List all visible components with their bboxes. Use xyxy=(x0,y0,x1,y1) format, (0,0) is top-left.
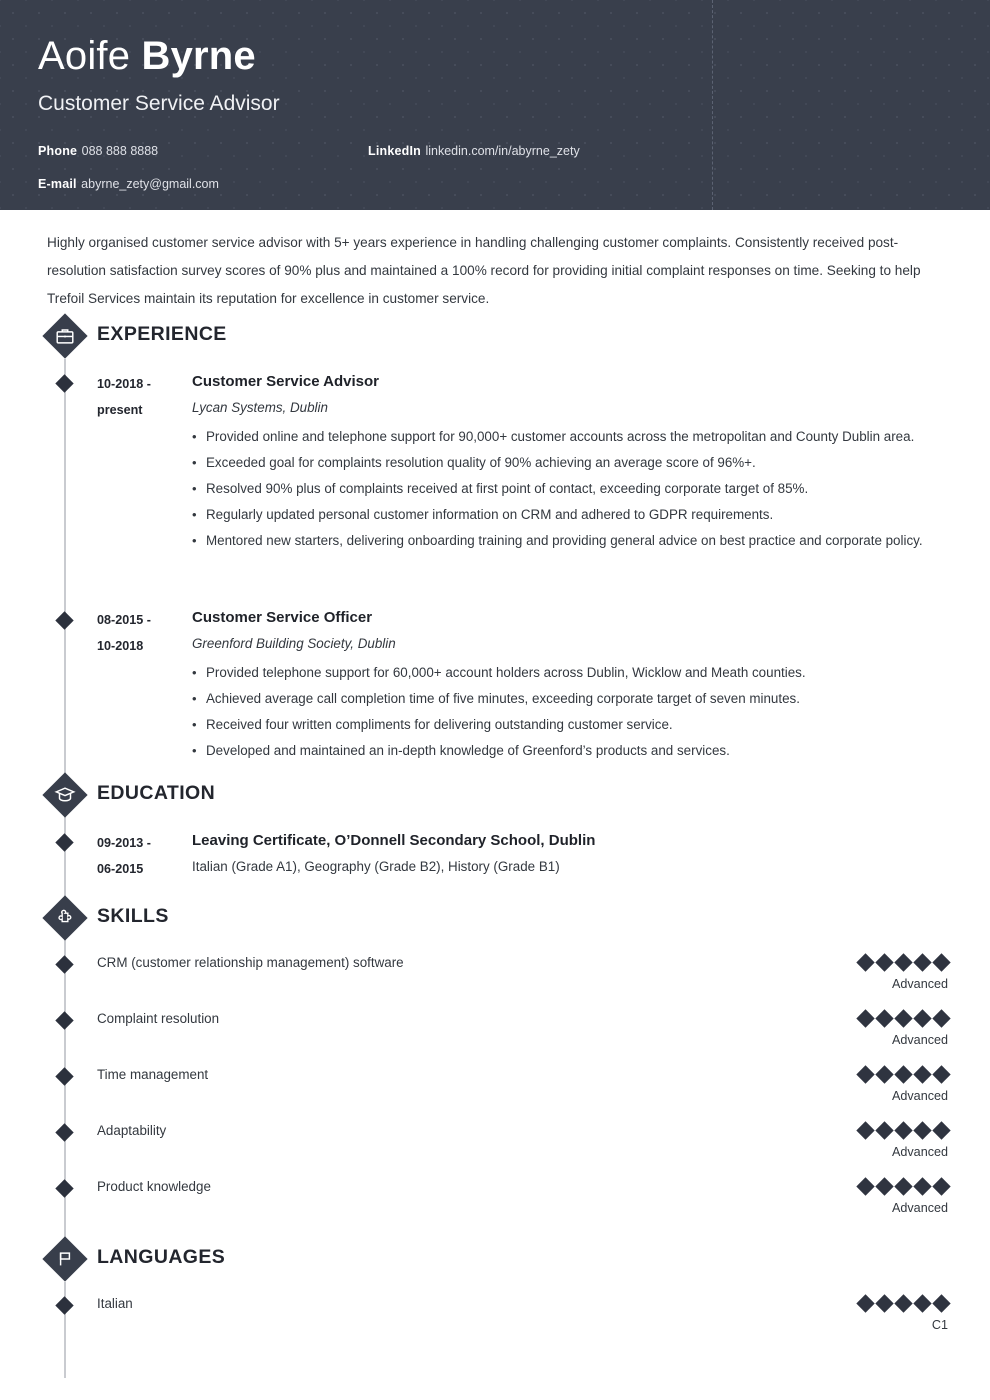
entry-body: Customer Service Advisor Lycan Systems, … xyxy=(192,371,952,554)
section-experience: EXPERIENCE 10-2018 - present Customer Se… xyxy=(0,313,990,1082)
entry-body: Leaving Certificate, O’Donnell Secondary… xyxy=(192,830,952,880)
section-languages: LANGUAGES Italian C1 xyxy=(0,1236,990,1378)
professional-summary: Highly organised customer service adviso… xyxy=(47,235,921,306)
puzzle-piece-icon xyxy=(42,895,88,941)
language-label: Italian xyxy=(97,1296,133,1311)
contact-linkedin-value: linkedin.com/in/abyrne_zety xyxy=(425,144,580,158)
entry-date-start: 09-2013 - xyxy=(97,836,151,850)
skill-rating xyxy=(856,1009,951,1028)
last-name: Byrne xyxy=(141,34,256,78)
contact-email-value: abyrne_zety@gmail.com xyxy=(81,177,219,191)
section-title-experience: EXPERIENCE xyxy=(97,323,227,345)
section-header-skills: SKILLS xyxy=(0,895,990,941)
entry-degree: Leaving Certificate, O’Donnell Secondary… xyxy=(192,832,596,849)
section-title-education: EDUCATION xyxy=(97,782,216,804)
entry-date-start: 08-2015 - xyxy=(97,613,151,627)
skill-row: Time management Advanced xyxy=(0,1065,990,1121)
entry-dates: 08-2015 - 10-2018 xyxy=(97,607,189,659)
section-education: EDUCATION 09-2013 - 06-2015 Leaving Cert… xyxy=(0,772,990,893)
skill-label: Time management xyxy=(97,1067,209,1082)
language-rating xyxy=(856,1294,951,1313)
entry-degree-detail: Italian (Grade A1), Geography (Grade B2)… xyxy=(192,859,560,874)
contact-row: E-mail abyrne_zety@gmail.com xyxy=(38,175,688,208)
skill-label: Adaptability xyxy=(97,1123,167,1138)
section-skills: SKILLS CRM (customer relationship manage… xyxy=(0,895,990,1246)
section-title-skills: SKILLS xyxy=(97,905,169,927)
entry-body: Customer Service Officer Greenford Build… xyxy=(192,607,952,764)
contact-details: Phone 088 888 8888 LinkedIn linkedin.com… xyxy=(38,142,688,208)
entry-bullets: Provided online and telephone support fo… xyxy=(192,424,952,554)
timeline-node xyxy=(55,833,74,852)
contact-phone[interactable]: Phone 088 888 8888 xyxy=(38,142,158,160)
skill-label: CRM (customer relationship management) s… xyxy=(97,955,404,970)
entry-dates: 10-2018 - present xyxy=(97,371,189,423)
contact-linkedin-label: LinkedIn xyxy=(368,144,421,158)
section-header-education: EDUCATION xyxy=(0,772,990,818)
skill-level: Advanced xyxy=(891,1145,948,1159)
entry-date-end: present xyxy=(97,403,143,417)
contact-email[interactable]: E-mail abyrne_zety@gmail.com xyxy=(38,175,219,193)
skill-rating xyxy=(856,1121,951,1140)
skill-level: Advanced xyxy=(891,1033,948,1047)
skill-row: Product knowledge Advanced xyxy=(0,1177,990,1233)
flag-icon xyxy=(42,1236,88,1282)
timeline-node xyxy=(55,611,74,630)
contact-email-label: E-mail xyxy=(38,177,77,191)
language-level: C1 xyxy=(931,1318,948,1332)
entry-company: Greenford Building Society, Dublin xyxy=(192,636,396,651)
bullet-item: Exceeded goal for complaints resolution … xyxy=(192,450,952,476)
entry-company: Lycan Systems, Dublin xyxy=(192,400,328,415)
bullet-item: Resolved 90% plus of complaints received… xyxy=(192,476,952,502)
job-title: Customer Service Advisor xyxy=(38,92,280,115)
contact-linkedin[interactable]: LinkedIn linkedin.com/in/abyrne_zety xyxy=(368,142,580,160)
resume-page: Aoife Byrne Customer Service Advisor Pho… xyxy=(0,0,990,1400)
skill-level: Advanced xyxy=(891,1089,948,1103)
graduation-cap-icon xyxy=(42,772,88,818)
contact-phone-label: Phone xyxy=(38,144,78,158)
entry-date-end: 10-2018 xyxy=(97,639,144,653)
bullet-item: Achieved average call completion time of… xyxy=(192,686,952,712)
bullet-item: Regularly updated personal customer info… xyxy=(192,502,952,528)
skill-label: Product knowledge xyxy=(97,1179,211,1194)
skill-rating xyxy=(856,953,951,972)
bullet-item: Provided online and telephone support fo… xyxy=(192,424,952,450)
page-title: Aoife Byrne xyxy=(38,34,256,78)
entry-date-start: 10-2018 - xyxy=(97,377,151,391)
contact-row: Phone 088 888 8888 LinkedIn linkedin.com… xyxy=(38,142,688,175)
entry-role: Customer Service Officer xyxy=(192,609,373,626)
skill-level: Advanced xyxy=(891,1201,948,1215)
entry-role: Customer Service Advisor xyxy=(192,373,380,390)
contact-phone-value: 088 888 8888 xyxy=(81,144,159,158)
skill-row: Adaptability Advanced xyxy=(0,1121,990,1177)
entry-date-end: 06-2015 xyxy=(97,862,144,876)
skill-rating xyxy=(856,1065,951,1084)
entry-bullets: Provided telephone support for 60,000+ a… xyxy=(192,660,952,764)
first-name: Aoife xyxy=(38,34,131,78)
language-row: Italian C1 xyxy=(0,1294,990,1350)
skill-label: Complaint resolution xyxy=(97,1011,220,1026)
resume-header: Aoife Byrne Customer Service Advisor Pho… xyxy=(0,0,990,210)
header-divider xyxy=(712,0,713,210)
bullet-item: Received four written compliments for de… xyxy=(192,712,952,738)
skill-rating xyxy=(856,1177,951,1196)
skill-row: Complaint resolution Advanced xyxy=(0,1009,990,1065)
entry-dates: 09-2013 - 06-2015 xyxy=(97,830,189,882)
bullet-item: Provided telephone support for 60,000+ a… xyxy=(192,660,952,686)
timeline-rail xyxy=(64,818,66,893)
bullet-item: Developed and maintained an in-depth kno… xyxy=(192,738,952,764)
bullet-item: Mentored new starters, delivering onboar… xyxy=(192,528,952,554)
timeline-node xyxy=(55,374,74,393)
section-header-languages: LANGUAGES xyxy=(0,1236,990,1282)
section-title-languages: LANGUAGES xyxy=(97,1246,226,1268)
skill-level: Advanced xyxy=(891,977,948,991)
section-header-experience: EXPERIENCE xyxy=(0,313,990,359)
skill-row: CRM (customer relationship management) s… xyxy=(0,953,990,1009)
briefcase-icon xyxy=(42,313,88,359)
